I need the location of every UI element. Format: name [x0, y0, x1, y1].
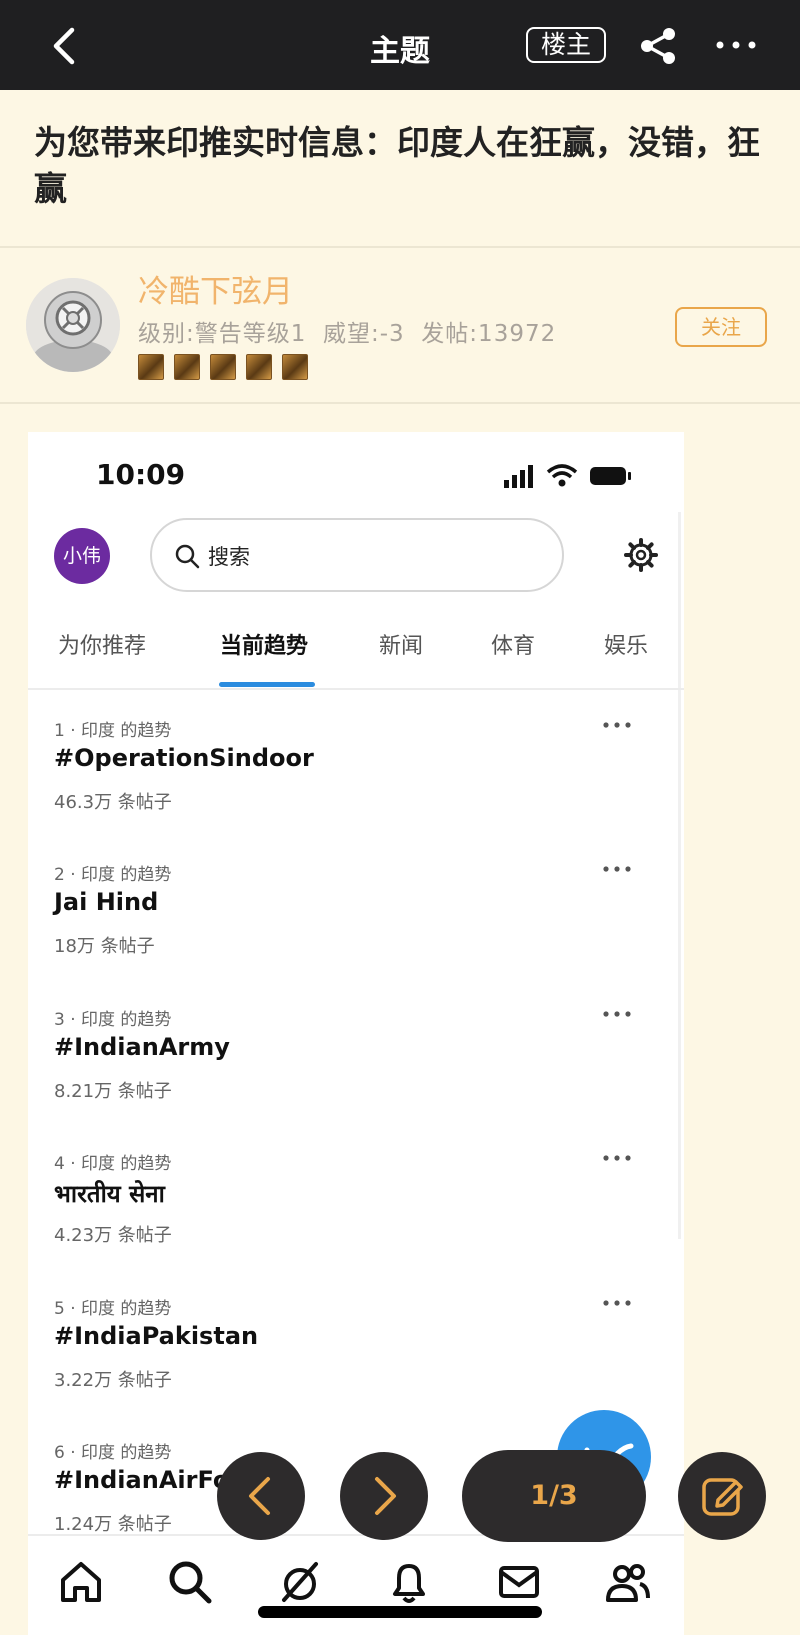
more-icon[interactable] — [714, 28, 758, 62]
people-icon — [606, 1564, 650, 1602]
trend-count: 3.22万 条帖子 — [54, 1370, 172, 1391]
trend-item: 3 · 印度 的趋势 #IndianArmy 8.21万 条帖子 — [54, 1005, 654, 1125]
more-icon — [603, 866, 631, 872]
trend-count: 1.24万 条帖子 — [54, 1514, 172, 1535]
medal-badge-icon — [174, 354, 201, 380]
trend-meta: 1 · 印度 的趋势 — [54, 721, 172, 741]
medal-badge-icon — [282, 354, 309, 380]
trend-tag: #OperationSindoor — [54, 744, 314, 772]
more-icon — [603, 1300, 631, 1306]
home-icon — [61, 1562, 101, 1602]
search-placeholder: 搜索 — [208, 545, 250, 569]
page-indicator: 1/3 — [462, 1450, 646, 1542]
edit-icon — [702, 1478, 743, 1516]
trend-count: 46.3万 条帖子 — [54, 792, 172, 813]
trend-meta: 6 · 印度 的趋势 — [54, 1443, 172, 1463]
medal-badge-icon — [138, 354, 164, 380]
diving-helmet-icon — [26, 278, 120, 372]
author-name[interactable]: 冷酷下弦月 — [138, 266, 293, 311]
gear-icon — [624, 538, 658, 572]
medal-badges — [138, 354, 313, 380]
active-tab-indicator — [219, 682, 315, 687]
tab-sports: 体育 — [491, 634, 536, 659]
post-title: 为您带来印推实时信息：印度人在狂赢，没错，狂赢 — [34, 123, 760, 208]
medal-badge-icon — [210, 354, 237, 380]
trend-tag: भारतीय सेना — [54, 1180, 165, 1208]
edit-button[interactable] — [678, 1452, 766, 1540]
more-icon — [603, 722, 631, 728]
author-stats: 级别:警告等级1 威望:-3 发帖:13972 — [138, 321, 557, 347]
trend-tag: #IndianArmy — [54, 1033, 230, 1061]
more-icon — [603, 1155, 631, 1161]
search-input: 搜索 — [150, 518, 564, 592]
trend-tag: Jai Hind — [54, 888, 159, 916]
share-icon[interactable] — [638, 26, 678, 66]
trend-count: 4.23万 条帖子 — [54, 1225, 172, 1246]
divider — [0, 246, 800, 248]
grok-icon — [282, 1562, 318, 1602]
trend-item: 1 · 印度 的趋势 #OperationSindoor 46.3万 条帖子 — [54, 716, 654, 836]
top-nav-bar: 主题 楼主 — [0, 0, 800, 90]
follow-button[interactable]: 关注 — [675, 307, 767, 347]
bell-icon — [393, 1564, 425, 1603]
chevron-left-icon — [249, 1477, 270, 1515]
next-image-button[interactable] — [340, 1452, 428, 1540]
tab-news: 新闻 — [379, 634, 424, 659]
trend-meta: 4 · 印度 的趋势 — [54, 1154, 172, 1174]
search-icon — [169, 1561, 212, 1604]
medal-badge-icon — [246, 354, 273, 380]
tab-entertainment: 娱乐 — [604, 634, 649, 659]
trend-meta: 5 · 印度 的趋势 — [54, 1299, 172, 1319]
tab-for-you: 为你推荐 — [58, 634, 147, 659]
chevron-right-icon — [375, 1477, 396, 1515]
search-icon — [175, 544, 200, 569]
status-time: 10:09 — [96, 458, 186, 491]
trend-meta: 2 · 印度 的趋势 — [54, 865, 172, 885]
mail-icon — [499, 1566, 539, 1598]
divider — [0, 402, 800, 404]
trend-count: 18万 条帖子 — [54, 936, 155, 957]
trend-count: 8.21万 条帖子 — [54, 1081, 172, 1102]
trend-item: 4 · 印度 的趋势 भारतीय सेना 4.23万 条帖子 — [54, 1149, 654, 1269]
tab-trending: 当前趋势 — [220, 634, 309, 659]
page-title: 主题 — [370, 34, 430, 69]
home-indicator — [258, 1606, 542, 1618]
user-avatar: 小伟 — [54, 528, 110, 584]
only-op-button[interactable]: 楼主 — [526, 27, 606, 63]
divider — [28, 688, 684, 690]
status-icons — [504, 464, 631, 488]
trend-tabs: 为你推荐 当前趋势 新闻 体育 娱乐 — [28, 610, 684, 682]
trend-meta: 3 · 印度 的趋势 — [54, 1010, 172, 1030]
trend-tag: #IndiaPakistan — [54, 1322, 259, 1350]
more-icon — [603, 1011, 631, 1017]
author-avatar[interactable] — [26, 278, 120, 372]
prev-image-button[interactable] — [217, 1452, 305, 1540]
trend-item: 2 · 印度 的趋势 Jai Hind 18万 条帖子 — [54, 860, 654, 980]
trend-item: 5 · 印度 的趋势 #IndiaPakistan 3.22万 条帖子 — [54, 1294, 654, 1414]
